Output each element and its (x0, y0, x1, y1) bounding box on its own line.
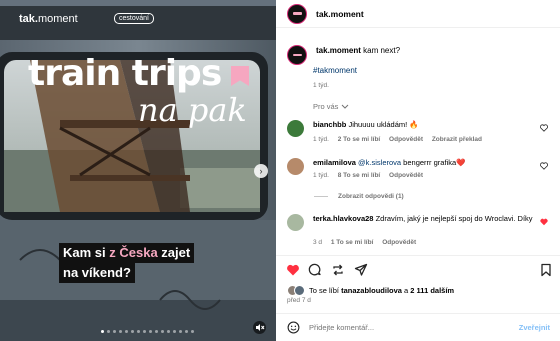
post-actions-bar (276, 255, 560, 283)
caption-time: 1 týd. (313, 82, 329, 89)
category-tag: cestování (114, 13, 154, 24)
heart-icon[interactable] (540, 162, 548, 170)
caption-text: kam next? (363, 46, 401, 55)
likes-count: 2 111 dalším (410, 286, 455, 295)
media-subtitle: na pak (138, 91, 247, 129)
media-caption: Kam si z Česka zajet na víkend? (59, 243, 195, 283)
post-details-panel: tak.moment tak.moment kam next? #takmome… (276, 0, 560, 341)
comment-text: Zdravím, jaký je nejlepší spoj do Wrocla… (375, 214, 533, 223)
likes-summary[interactable]: To se líbí tanazabloudilova a 2 111 dalš… (287, 285, 454, 296)
share-icon[interactable] (354, 263, 368, 277)
comment-username[interactable]: bianchbb (313, 120, 346, 129)
header-username[interactable]: tak.moment (316, 9, 364, 19)
repost-icon[interactable] (331, 263, 345, 277)
comment-time: 1 týd. (313, 172, 329, 179)
heart-filled-icon[interactable] (286, 263, 300, 277)
avatar[interactable] (287, 214, 304, 231)
caption-avatar[interactable] (287, 45, 307, 65)
comment-composer: Zveřejnit (276, 313, 560, 341)
comment-likes[interactable]: 1 To se mi líbí (331, 239, 374, 246)
media-title: train trips (28, 53, 222, 94)
avatar[interactable] (287, 120, 304, 137)
comment-icon[interactable] (308, 263, 322, 277)
heart-filled-icon[interactable] (540, 218, 548, 226)
comment-text: bengerrr grafika❤️ (401, 158, 466, 167)
comment-mention[interactable]: @k.sislerova (358, 158, 401, 167)
caption-hashtag[interactable]: #takmoment (313, 66, 357, 75)
liked-by-username: tanazabloudilova (341, 286, 402, 295)
comment-likes[interactable]: 8 To se mi líbí (338, 172, 381, 179)
comment-username[interactable]: emilamilova (313, 158, 356, 167)
comment-time: 1 týd. (313, 136, 329, 143)
reply-button[interactable]: Odpovědět (389, 136, 423, 143)
avatar[interactable] (287, 3, 307, 24)
mute-icon[interactable] (253, 321, 266, 334)
chevron-down-icon (342, 104, 349, 109)
post-media[interactable]: tak.moment cestování train trips na pak … (0, 0, 276, 341)
comment: emilamilova @k.sislerova bengerrr grafik… (287, 158, 555, 184)
reply-button[interactable]: Odpovědět (382, 239, 416, 246)
comment-likes[interactable]: 2 To se mi líbí (338, 136, 381, 143)
comment-input[interactable] (309, 323, 519, 332)
next-slide-chevron-right-icon[interactable]: › (254, 164, 268, 178)
heart-icon[interactable] (540, 124, 548, 132)
emoji-icon[interactable] (287, 321, 300, 334)
translate-button[interactable]: Zobrazit překlad (432, 136, 482, 143)
post-comment-button[interactable]: Zveřejnit (519, 323, 550, 332)
comment: bianchbb Jihuuuu ukládám! 🔥 1 týd. 2 To … (287, 120, 555, 150)
bookmark-icon[interactable] (539, 263, 553, 277)
avatar[interactable] (287, 158, 304, 175)
post-header: tak.moment (276, 0, 560, 28)
comment: terka.hlavkova28 Zdravím, jaký je nejlep… (287, 214, 555, 250)
post-caption: tak.moment kam next? (287, 45, 547, 65)
comment-time: 3 d (313, 239, 323, 246)
view-replies-button[interactable]: Zobrazit odpovědi (1) (314, 193, 404, 200)
train-window-photo (0, 0, 276, 341)
reply-button[interactable]: Odpovědět (389, 172, 423, 179)
watermark-logo: tak.moment (19, 13, 78, 25)
comment-text: Jihuuuu ukládám! 🔥 (348, 120, 419, 129)
comment-username[interactable]: terka.hlavkova28 (313, 214, 373, 223)
caption-username[interactable]: tak.moment (316, 46, 361, 55)
posted-time: před 7 d (287, 297, 311, 304)
carousel-dots (101, 330, 194, 333)
for-you-dropdown[interactable]: Pro vás (313, 102, 349, 111)
avatar (294, 285, 305, 296)
